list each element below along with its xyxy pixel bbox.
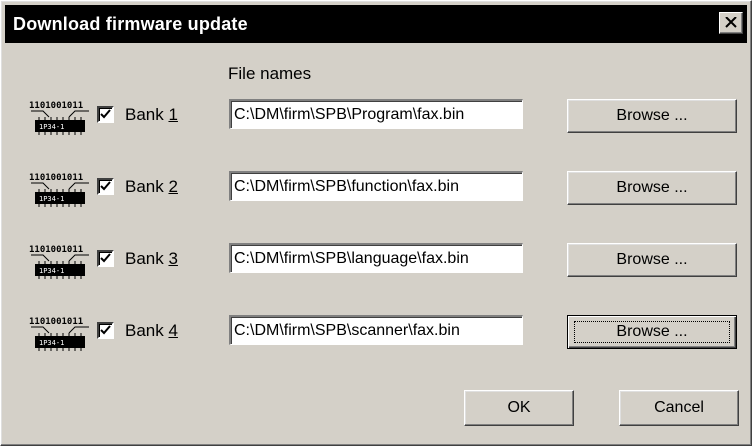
checkmark-icon	[100, 109, 111, 119]
memory-chip-icon: 1101001011 1P34-1	[29, 173, 89, 207]
bank-3-label: Bank 3	[125, 249, 178, 268]
file-names-heading: File names	[228, 64, 312, 83]
svg-text:1101001011: 1101001011	[29, 317, 83, 327]
bank-2-browse-button[interactable]: Browse ...	[567, 171, 737, 205]
dialog-title: Download firmware update	[13, 14, 248, 34]
bank-4-browse-button[interactable]: Browse ...	[567, 315, 737, 349]
bank-row-1: 1101001011 1P34-1 Bank 1 C:\DM\firm\SPB\…	[1, 99, 751, 139]
svg-text:1P34-1: 1P34-1	[39, 339, 64, 347]
close-button[interactable]	[719, 12, 743, 34]
ok-button[interactable]: OK	[464, 390, 574, 426]
svg-text:1P34-1: 1P34-1	[39, 195, 64, 203]
bank-2-file-input[interactable]: C:\DM\firm\SPB\function\fax.bin	[229, 171, 523, 201]
close-icon	[725, 17, 737, 28]
bank-1-file-input[interactable]: C:\DM\firm\SPB\Program\fax.bin	[229, 99, 523, 129]
svg-text:1P34-1: 1P34-1	[39, 123, 64, 131]
bank-2-label: Bank 2	[125, 177, 178, 196]
bank-3-file-input[interactable]: C:\DM\firm\SPB\language\fax.bin	[229, 243, 523, 273]
bank-row-2: 1101001011 1P34-1 Bank 2 C:\DM\firm\SPB\…	[1, 171, 751, 211]
checkmark-icon	[100, 181, 111, 191]
svg-text:1101001011: 1101001011	[29, 245, 83, 255]
svg-text:1101001011: 1101001011	[29, 101, 83, 111]
bank-1-label: Bank 1	[125, 105, 178, 124]
bank-row-3: 1101001011 1P34-1 Bank 3 C:\DM\firm\SPB\…	[1, 243, 751, 283]
bank-4-checkbox[interactable]	[97, 322, 114, 339]
bank-4-label: Bank 4	[125, 321, 178, 340]
bank-4-file-input[interactable]: C:\DM\firm\SPB\scanner\fax.bin	[229, 315, 523, 345]
svg-text:1P34-1: 1P34-1	[39, 267, 64, 275]
bank-3-checkbox[interactable]	[97, 250, 114, 267]
bank-row-4: 1101001011 1P34-1 Bank 4 C:\DM\firm\SPB\…	[1, 315, 751, 355]
bank-2-checkbox[interactable]	[97, 178, 114, 195]
bank-1-browse-button[interactable]: Browse ...	[567, 99, 737, 133]
bank-1-checkbox[interactable]	[97, 106, 114, 123]
memory-chip-icon: 1101001011 1P34-1	[29, 317, 89, 351]
memory-chip-icon: 1101001011 1P34-1	[29, 245, 89, 279]
cancel-button[interactable]: Cancel	[619, 390, 739, 426]
title-bar[interactable]: Download firmware update	[5, 5, 747, 43]
memory-chip-icon: 1101001011 1P34-1	[29, 101, 89, 135]
checkmark-icon	[100, 325, 111, 335]
download-firmware-dialog: Download firmware update File names 1101…	[0, 0, 752, 446]
focus-ring	[574, 321, 730, 343]
svg-text:1101001011: 1101001011	[29, 173, 83, 183]
bank-3-browse-button[interactable]: Browse ...	[567, 243, 737, 277]
checkmark-icon	[100, 253, 111, 263]
